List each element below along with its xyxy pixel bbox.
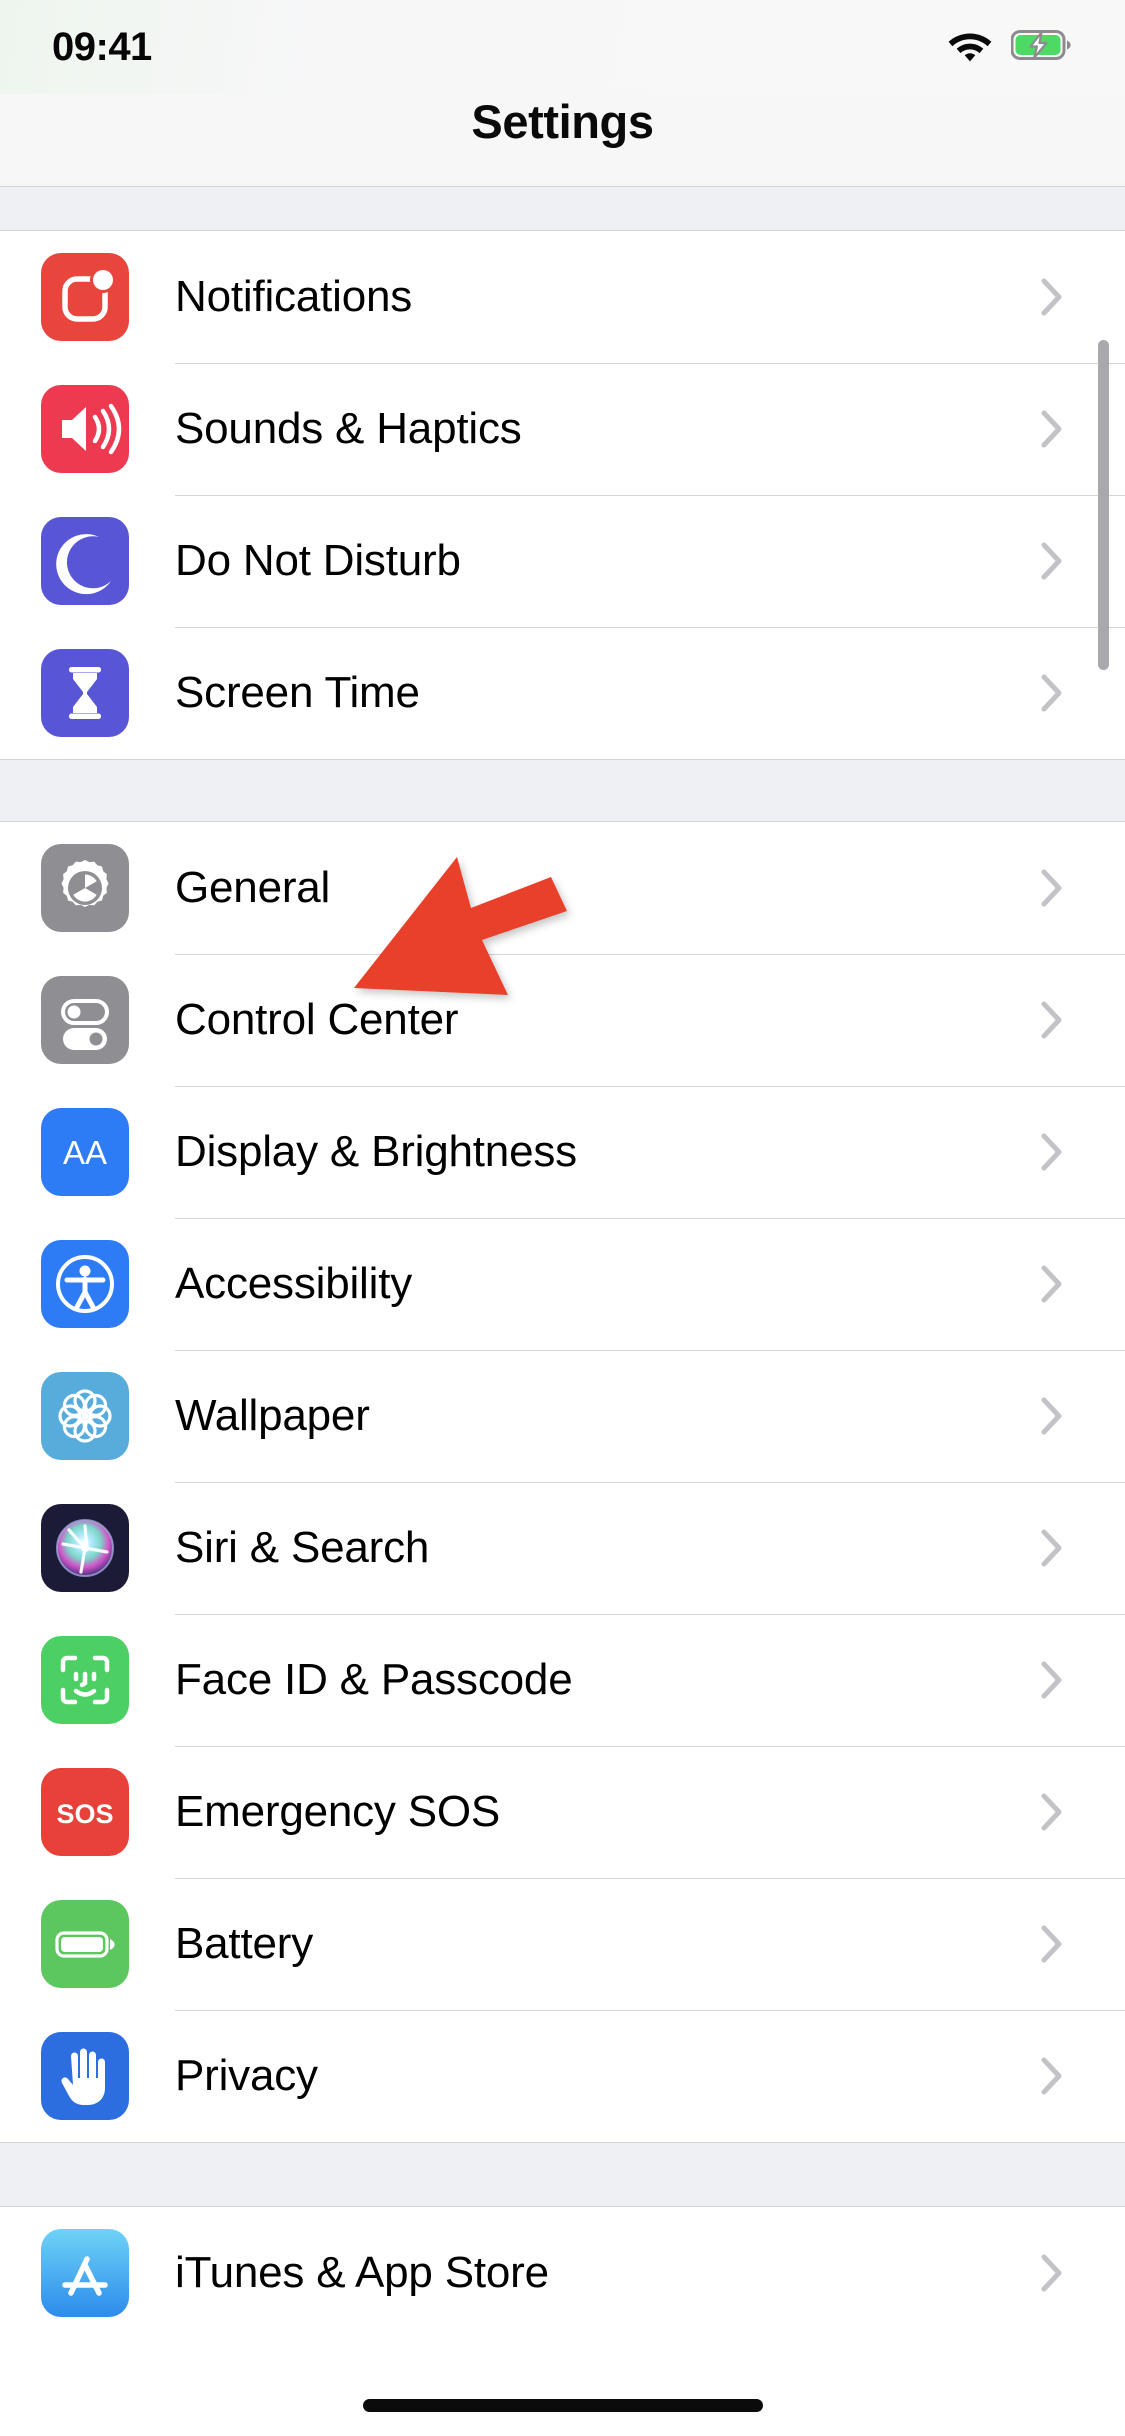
home-indicator [362, 2399, 763, 2412]
settings-row-privacy[interactable]: Privacy [0, 2010, 1125, 2142]
status-bar-clock: 09:41 [52, 24, 152, 69]
settings-row-display-brightness[interactable]: AA Display & Brightness [0, 1086, 1125, 1218]
status-bar: 09:41 [0, 0, 1125, 94]
toggles-icon [41, 976, 129, 1064]
chevron-right-icon [1041, 2254, 1063, 2292]
wallpaper-icon [41, 1372, 129, 1460]
settings-row-label: Display & Brightness [175, 1127, 577, 1176]
sos-icon: SOS [41, 1768, 129, 1856]
settings-row-label: General [175, 863, 331, 912]
face-id-icon [41, 1636, 129, 1724]
settings-row-control-center[interactable]: Control Center [0, 954, 1125, 1086]
chevron-right-icon [1041, 1133, 1063, 1171]
settings-row-accessibility[interactable]: Accessibility [0, 1218, 1125, 1350]
settings-row-label: Notifications [175, 272, 413, 321]
display-aa-icon: AA [41, 1108, 129, 1196]
settings-row-label: Do Not Disturb [175, 536, 461, 585]
settings-row-label: Control Center [175, 995, 459, 1044]
settings-row-label: Wallpaper [175, 1391, 370, 1440]
chevron-right-icon [1041, 1529, 1063, 1567]
status-bar-indicators [947, 28, 1071, 67]
settings-row-do-not-disturb[interactable]: Do Not Disturb [0, 495, 1125, 627]
chevron-right-icon [1041, 1661, 1063, 1699]
chevron-right-icon [1041, 1793, 1063, 1831]
settings-row-label: Emergency SOS [175, 1787, 501, 1836]
settings-group-alerts: Notifications Sounds & Haptics Do Not Di… [0, 231, 1125, 759]
chevron-right-icon [1041, 674, 1063, 712]
chevron-right-icon [1041, 2057, 1063, 2095]
settings-row-label: Battery [175, 1919, 313, 1968]
settings-row-label: Screen Time [175, 668, 420, 717]
settings-row-emergency-sos[interactable]: SOS Emergency SOS [0, 1746, 1125, 1878]
chevron-right-icon [1041, 278, 1063, 316]
chevron-right-icon [1041, 1925, 1063, 1963]
settings-row-label: Accessibility [175, 1259, 413, 1308]
navbar-divider [0, 176, 1125, 187]
chevron-right-icon [1041, 1265, 1063, 1303]
notifications-icon [41, 253, 129, 341]
settings-row-siri-search[interactable]: Siri & Search [0, 1482, 1125, 1614]
settings-row-general[interactable]: General [0, 822, 1125, 954]
svg-text:AA: AA [63, 1134, 107, 1171]
settings-group-stores: iTunes & App Store [0, 2207, 1125, 2339]
chevron-right-icon [1041, 1397, 1063, 1435]
wifi-icon [947, 28, 993, 67]
page-title: Settings [471, 95, 654, 148]
vertical-scrollbar[interactable] [1098, 340, 1109, 670]
siri-icon [41, 1504, 129, 1592]
sounds-icon [41, 385, 129, 473]
gear-icon [41, 844, 129, 932]
settings-row-face-id-passcode[interactable]: Face ID & Passcode [0, 1614, 1125, 1746]
hourglass-icon [41, 649, 129, 737]
chevron-right-icon [1041, 410, 1063, 448]
settings-row-label: Privacy [175, 2051, 318, 2100]
moon-icon [41, 517, 129, 605]
chevron-right-icon [1041, 869, 1063, 907]
settings-row-battery[interactable]: Battery [0, 1878, 1125, 2010]
settings-row-screen-time[interactable]: Screen Time [0, 627, 1125, 759]
settings-group-system: General Control Center AA Display & Brig… [0, 822, 1125, 2142]
section-gap-top [0, 187, 1125, 231]
section-gap-bottom [0, 2142, 1125, 2207]
iphone-settings-screen: 09:41 Settings Notifications Sounds & Ha… [0, 0, 1125, 2436]
settings-row-sounds-haptics[interactable]: Sounds & Haptics [0, 363, 1125, 495]
svg-text:SOS: SOS [56, 1799, 113, 1829]
settings-list[interactable]: Notifications Sounds & Haptics Do Not Di… [0, 187, 1125, 2436]
battery-icon [41, 1900, 129, 1988]
battery-charging-icon [1010, 29, 1071, 65]
settings-row-notifications[interactable]: Notifications [0, 231, 1125, 363]
settings-row-label: Siri & Search [175, 1523, 430, 1572]
section-gap-middle [0, 759, 1125, 822]
settings-row-wallpaper[interactable]: Wallpaper [0, 1350, 1125, 1482]
chevron-right-icon [1041, 542, 1063, 580]
navigation-bar: Settings [0, 94, 1125, 176]
settings-row-label: Face ID & Passcode [175, 1655, 573, 1704]
settings-row-itunes-app-store[interactable]: iTunes & App Store [0, 2207, 1125, 2339]
chevron-right-icon [1041, 1001, 1063, 1039]
settings-row-label: Sounds & Haptics [175, 404, 522, 453]
accessibility-icon [41, 1240, 129, 1328]
privacy-hand-icon [41, 2032, 129, 2120]
settings-row-label: iTunes & App Store [175, 2248, 549, 2297]
app-store-icon [41, 2229, 129, 2317]
